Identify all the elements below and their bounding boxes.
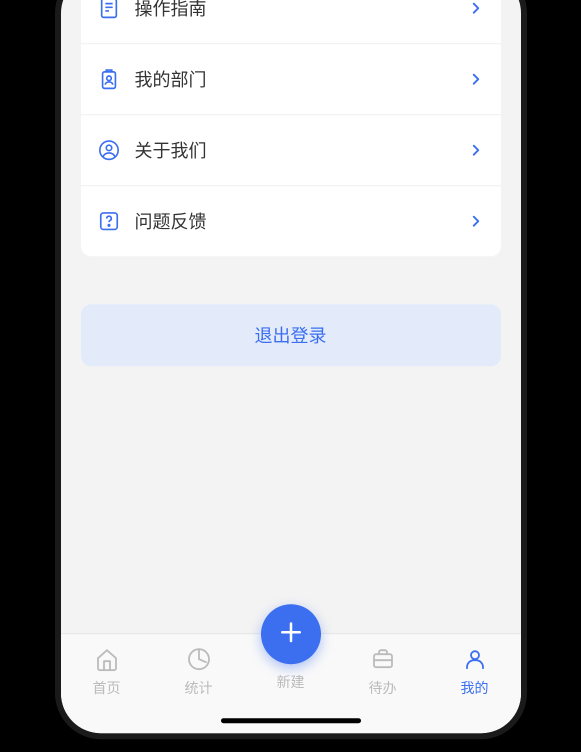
tab-label: 待办 bbox=[369, 678, 397, 698]
menu-item-feedback[interactable]: 问题反馈 bbox=[81, 186, 501, 256]
tab-label: 新建 bbox=[277, 672, 305, 692]
chart-icon bbox=[186, 646, 212, 672]
plus-icon bbox=[276, 617, 306, 651]
question-icon bbox=[97, 209, 121, 233]
menu-item-label: 关于我们 bbox=[135, 137, 467, 163]
document-icon bbox=[97, 0, 121, 20]
badge-icon bbox=[97, 67, 121, 91]
chevron-right-icon bbox=[467, 212, 485, 230]
tab-label: 首页 bbox=[93, 678, 121, 698]
menu-item-label: 我的部门 bbox=[135, 66, 467, 92]
person-icon bbox=[462, 646, 488, 672]
tab-stats[interactable]: 统计 bbox=[153, 646, 245, 698]
chevron-right-icon bbox=[467, 141, 485, 159]
chevron-right-icon bbox=[467, 70, 485, 88]
tab-label: 我的 bbox=[461, 678, 489, 698]
tab-label: 统计 bbox=[185, 678, 213, 698]
menu-item-guide[interactable]: 操作指南 bbox=[81, 0, 501, 44]
menu-item-label: 操作指南 bbox=[135, 0, 467, 21]
logout-button[interactable]: 退出登录 bbox=[81, 304, 501, 366]
tab-home[interactable]: 首页 bbox=[61, 646, 153, 698]
logout-label: 退出登录 bbox=[255, 326, 327, 347]
tab-mine[interactable]: 我的 bbox=[429, 646, 521, 698]
menu-item-department[interactable]: 我的部门 bbox=[81, 44, 501, 115]
fab-button[interactable] bbox=[261, 604, 321, 664]
menu-item-label: 问题反馈 bbox=[135, 208, 467, 234]
home-icon bbox=[94, 646, 120, 672]
briefcase-icon bbox=[370, 646, 396, 672]
tab-todo[interactable]: 待办 bbox=[337, 646, 429, 698]
content-area: 操作指南 我的部门 bbox=[61, 0, 521, 366]
chevron-right-icon bbox=[467, 0, 485, 17]
menu-item-about[interactable]: 关于我们 bbox=[81, 115, 501, 186]
home-indicator bbox=[221, 718, 361, 723]
tab-create[interactable]: 新建 bbox=[245, 646, 337, 692]
user-circle-icon bbox=[97, 138, 121, 162]
menu-list: 操作指南 我的部门 bbox=[81, 0, 501, 256]
phone-screen: 操作指南 我的部门 bbox=[61, 0, 521, 733]
